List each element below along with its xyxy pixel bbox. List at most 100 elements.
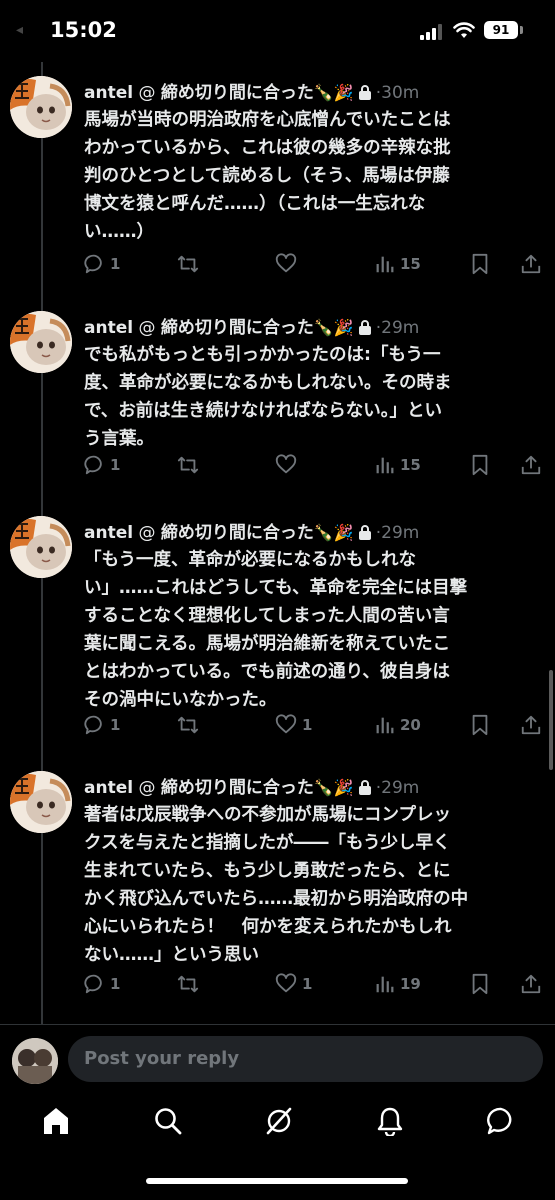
author-avatar[interactable]	[10, 311, 72, 373]
views-button[interactable]: 15	[374, 454, 421, 476]
search-icon[interactable]	[153, 1106, 183, 1140]
back-indicator: ◂	[16, 22, 24, 38]
author-emoji: 🍾🎉	[313, 523, 354, 542]
heart-icon	[274, 454, 298, 476]
heart-icon	[274, 973, 298, 995]
tweet-text: でも私がもっとも引っかかったのは:「もう一 度、革命が必要になるかもしれない。その…	[84, 341, 534, 453]
author-avatar[interactable]	[10, 76, 72, 138]
bookmark-icon	[470, 973, 490, 995]
tweet[interactable]: antel @ 締め切り間に合った🍾🎉 ·30m 馬場が当時の明治政府を心底憎んで…	[0, 76, 555, 283]
repost-icon	[176, 454, 200, 476]
repost-button[interactable]	[176, 454, 204, 476]
like-button[interactable]: 1	[274, 714, 312, 736]
reply-button[interactable]: 1	[84, 973, 120, 995]
tweet-text-line: わかっているから、これは彼の幾多の辛辣な批	[84, 138, 451, 158]
views-button[interactable]: 15	[374, 253, 421, 275]
share-button[interactable]	[520, 253, 542, 275]
tweet-timestamp[interactable]: 29m	[381, 523, 419, 543]
author-avatar[interactable]	[10, 516, 72, 578]
tweet-text-line: その渦中にいなかった。	[84, 690, 277, 710]
lock-icon	[358, 525, 371, 540]
author-name[interactable]: antel	[84, 778, 133, 798]
author-emoji: 🍾🎉	[313, 778, 354, 797]
tweet-timestamp[interactable]: 29m	[381, 778, 419, 798]
home-icon[interactable]	[42, 1106, 70, 1140]
notifications-icon[interactable]	[376, 1106, 404, 1140]
author-name[interactable]: antel	[84, 523, 133, 543]
user-avatar[interactable]	[12, 1038, 58, 1084]
share-icon	[520, 253, 542, 275]
tweet-text-line: 葉に聞こえる。馬場が明治維新を称えていたこ	[84, 634, 451, 654]
tweet-actions: 1 1 19	[84, 973, 544, 997]
tweet-timestamp[interactable]: 29m	[381, 318, 419, 338]
tweet-text-line: 生まれていたら、もう少し勇敢だったら、とに	[84, 861, 451, 881]
heart-icon	[274, 714, 298, 736]
battery-tip	[520, 26, 523, 34]
reply-count: 1	[110, 255, 121, 273]
views-icon	[374, 253, 396, 275]
like-button[interactable]: 1	[274, 973, 312, 995]
reply-icon	[84, 454, 106, 476]
author-name[interactable]: antel	[84, 83, 133, 103]
like-button[interactable]	[274, 253, 302, 275]
reply-button[interactable]: 1	[84, 714, 120, 736]
bookmark-button[interactable]	[470, 973, 490, 995]
bookmark-button[interactable]	[470, 253, 490, 275]
tweet-text-line: クスを与えたと指摘したが――「もう少し早く	[84, 833, 451, 853]
tweet-text-line: ない……」という思い	[84, 945, 259, 965]
share-button[interactable]	[520, 973, 542, 995]
tweet-header: antel @ 締め切り間に合った🍾🎉 ·29m	[84, 313, 419, 338]
reply-button[interactable]: 1	[84, 454, 120, 476]
tweet-text-line: 「もう一度、革命が必要になるかもしれな	[84, 550, 416, 570]
repost-button[interactable]	[176, 714, 204, 736]
bookmark-icon	[470, 253, 490, 275]
author-emoji: 🍾🎉	[313, 83, 354, 102]
repost-button[interactable]	[176, 973, 204, 995]
tweet-text-line: 馬場が当時の明治政府を心底憎んでいたことは	[84, 110, 451, 130]
reply-icon	[84, 973, 106, 995]
author-name-prefix: @	[138, 318, 156, 338]
tweet-text: 「もう一度、革命が必要になるかもしれない」……これはどうしても、革命を完全には目…	[84, 546, 534, 714]
tweet[interactable]: antel @ 締め切り間に合った🍾🎉 ·29m 著者は戊辰戦争への不参加が馬場に…	[0, 771, 555, 1003]
reply-icon	[84, 253, 106, 275]
tweet-text: 馬場が当時の明治政府を心底憎んでいたことは わかっているから、これは彼の幾多の辛辣…	[84, 106, 534, 246]
tweet-header: antel @ 締め切り間に合った🍾🎉 ·29m	[84, 773, 419, 798]
repost-button[interactable]	[176, 253, 204, 275]
bookmark-button[interactable]	[470, 454, 490, 476]
tweet-text-line: 博文を猿と呼んだ……）（これは一生忘れな	[84, 194, 426, 214]
author-avatar[interactable]	[10, 771, 72, 833]
reply-button[interactable]: 1	[84, 253, 120, 275]
tweet-text-line: かく飛び込んでいたら……最初から明治政府の中	[84, 889, 469, 909]
home-indicator	[146, 1178, 408, 1184]
messages-icon[interactable]	[486, 1106, 516, 1140]
lock-icon	[358, 320, 371, 335]
share-button[interactable]	[520, 714, 542, 736]
author-name-suffix: 締め切り間に合った	[160, 778, 314, 798]
author-name[interactable]: antel	[84, 318, 133, 338]
wifi-icon	[453, 22, 475, 38]
tweet-text-line: とはわかっている。でも前述の通り、彼自身は	[84, 662, 450, 682]
tweet-text-line: い」……これはどうしても、革命を完全には目撃	[84, 578, 468, 598]
grok-icon[interactable]	[264, 1106, 294, 1140]
share-button[interactable]	[520, 454, 542, 476]
views-button[interactable]: 20	[374, 714, 421, 736]
tweet[interactable]: antel @ 締め切り間に合った🍾🎉 ·29m でも私がもっとも引っかかったのは…	[0, 311, 555, 484]
tweet[interactable]: antel @ 締め切り間に合った🍾🎉 ·29m 「もう一度、革命が必要になるかも…	[0, 516, 555, 744]
views-button[interactable]: 19	[374, 973, 421, 995]
reply-icon	[84, 714, 106, 736]
tweet-text-line: 度、革命が必要になるかもしれない。その時ま	[84, 373, 452, 393]
reply-input[interactable]: Post your reply	[68, 1036, 543, 1082]
tweet-text-line: でも私がもっとも引っかかったのは:「もう一	[84, 345, 441, 365]
tweet-text-line: することなく理想化してしまった人間の苦い言	[84, 606, 450, 626]
tweet-text-line: 著者は戊辰戦争への不参加が馬場にコンプレッ	[84, 805, 451, 825]
views-icon	[374, 714, 396, 736]
status-time: 15:02	[50, 18, 117, 42]
author-name-prefix: @	[138, 83, 156, 103]
like-button[interactable]	[274, 454, 302, 476]
bookmark-button[interactable]	[470, 714, 490, 736]
tweet-text-line: う言葉。	[84, 429, 154, 449]
tweet-header: antel @ 締め切り間に合った🍾🎉 ·29m	[84, 518, 419, 543]
views-icon	[374, 973, 396, 995]
tweet-timestamp[interactable]: 30m	[381, 83, 419, 103]
views-icon	[374, 454, 396, 476]
